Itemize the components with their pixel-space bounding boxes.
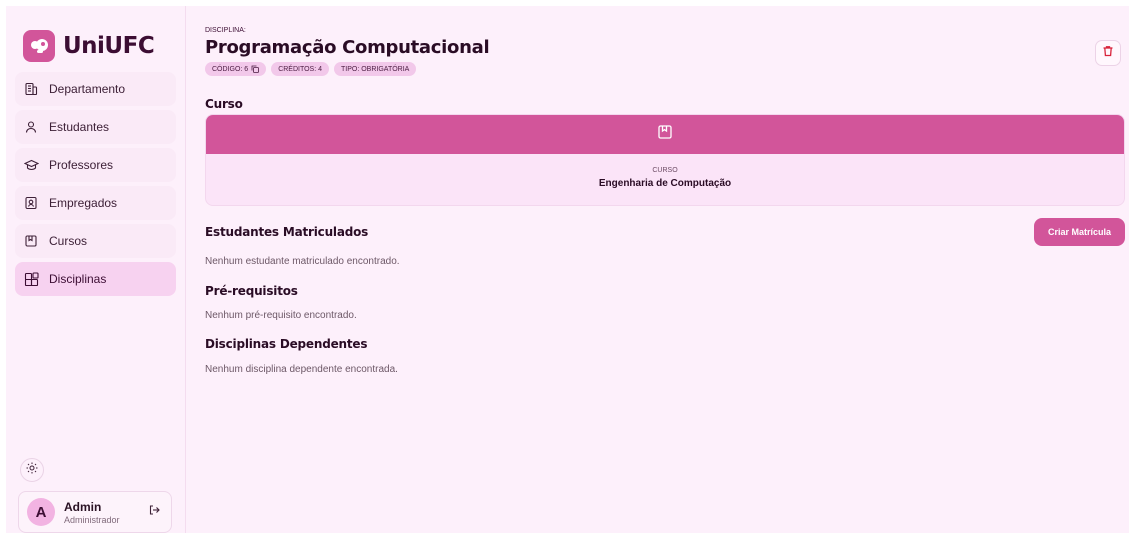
- sidebar-nav: Departamento Estudantes Professores Empr…: [15, 72, 176, 296]
- criar-matricula-button[interactable]: Criar Matrícula: [1034, 218, 1125, 246]
- page-title: Programação Computacional: [205, 37, 490, 58]
- main-content: DISCIPLINA: Programação Computacional CÓ…: [186, 6, 1129, 533]
- sidebar-item-label: Estudantes: [49, 120, 110, 134]
- estudantes-heading: Estudantes Matriculados: [205, 225, 369, 239]
- sidebar-item-cursos[interactable]: Cursos: [15, 224, 176, 258]
- avatar: A: [27, 498, 55, 526]
- dependentes-heading: Disciplinas Dependentes: [205, 337, 368, 351]
- course-banner: [206, 115, 1124, 154]
- codigo-text: CÓDIGO: 6: [212, 65, 249, 73]
- sidebar-item-label: Cursos: [49, 234, 88, 248]
- logout-button[interactable]: [145, 503, 163, 521]
- estudantes-empty-text: Nenhum estudante matriculado encontrado.: [205, 256, 400, 267]
- logo-icon: [23, 30, 55, 62]
- sidebar: UniUFC Departamento Estudantes Professor…: [6, 6, 186, 533]
- course-card[interactable]: CURSO Engenharia de Computação: [205, 114, 1125, 206]
- user-icon: [23, 119, 39, 135]
- book-icon: [657, 124, 673, 145]
- user-name: Admin: [64, 499, 102, 514]
- trash-icon: [1102, 44, 1114, 62]
- sidebar-item-departamento[interactable]: Departamento: [15, 72, 176, 106]
- sidebar-item-disciplinas[interactable]: Disciplinas: [15, 262, 176, 296]
- copy-icon[interactable]: [251, 65, 260, 73]
- user-role: Administrador: [64, 514, 120, 525]
- sidebar-item-label: Departamento: [49, 82, 126, 96]
- dependentes-empty-text: Nenhum disciplina dependente encontrada.: [205, 364, 398, 375]
- page-eyebrow: DISCIPLINA:: [205, 27, 246, 34]
- brand[interactable]: UniUFC: [15, 22, 176, 70]
- id-badge-icon: [23, 195, 39, 211]
- prerequisitos-empty-text: Nenhum pré-requisito encontrado.: [205, 310, 357, 321]
- sidebar-item-estudantes[interactable]: Estudantes: [15, 110, 176, 144]
- graduation-cap-icon: [23, 157, 39, 173]
- user-card: A Admin Administrador: [18, 491, 172, 533]
- building-icon: [23, 81, 39, 97]
- book-icon: [23, 233, 39, 249]
- curso-heading: Curso: [205, 97, 243, 111]
- logout-icon: [148, 503, 160, 521]
- prerequisitos-heading: Pré-requisitos: [205, 284, 298, 298]
- codigo-badge: CÓDIGO: 6: [205, 62, 267, 76]
- course-label: CURSO: [652, 167, 678, 174]
- sidebar-item-label: Empregados: [49, 196, 118, 210]
- delete-button[interactable]: [1095, 40, 1121, 66]
- theme-toggle-button[interactable]: [20, 458, 44, 482]
- sidebar-item-label: Professores: [49, 158, 114, 172]
- sidebar-item-empregados[interactable]: Empregados: [15, 186, 176, 220]
- sidebar-item-professores[interactable]: Professores: [15, 148, 176, 182]
- sun-icon: [26, 461, 38, 479]
- tipo-badge: TIPO: OBRIGATÓRIA: [334, 62, 417, 76]
- badge-row: CÓDIGO: 6 CRÉDITOS: 4 TIPO: OBRIGATÓRIA: [205, 62, 417, 76]
- brand-name: UniUFC: [63, 33, 155, 59]
- course-name: Engenharia de Computação: [598, 178, 732, 189]
- grid-icon: [23, 271, 39, 287]
- sidebar-item-label: Disciplinas: [49, 272, 107, 286]
- creditos-badge: CRÉDITOS: 4: [271, 62, 330, 76]
- app-window: UniUFC Departamento Estudantes Professor…: [6, 6, 1129, 533]
